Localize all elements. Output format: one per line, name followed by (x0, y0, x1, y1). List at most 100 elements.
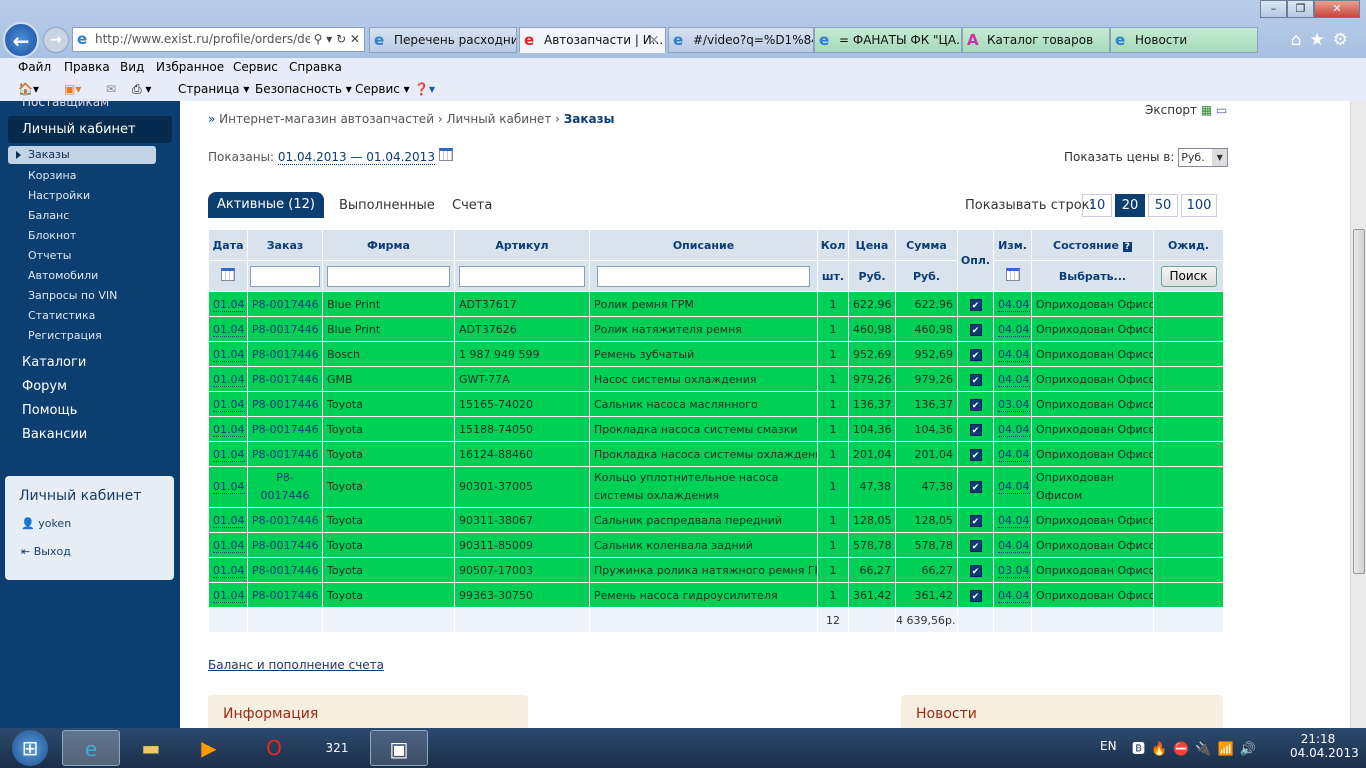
order-number-link[interactable]: P8-0017446 (252, 323, 319, 336)
order-date[interactable]: 01.04 (213, 480, 245, 494)
description-filter-input[interactable] (596, 265, 811, 287)
tools-menu[interactable]: Сервис ▾ (355, 82, 410, 96)
language-indicator[interactable]: EN (1100, 739, 1117, 753)
page-menu[interactable]: Страница ▾ (178, 82, 249, 96)
home-icon[interactable]: 🏠▾ (18, 82, 39, 96)
menu-favorites[interactable]: Избранное (156, 60, 224, 74)
help-icon[interactable]: ❓▾ (414, 82, 435, 96)
col-status[interactable]: Состояние ? (1031, 229, 1154, 261)
user-link[interactable]: 👤 yoken (21, 517, 71, 530)
sidebar-item-settings[interactable]: Настройки (28, 189, 90, 202)
page-size-10[interactable]: 10 (1082, 194, 1112, 217)
paid-checkbox[interactable]: ✔ (969, 564, 982, 577)
export-link[interactable]: Экспорт ▦ ▭ (1145, 103, 1227, 117)
order-date[interactable]: 01.04 (213, 563, 245, 578)
menu-tools[interactable]: Сервис (233, 60, 278, 74)
taskbar-ie[interactable]: e (62, 730, 120, 766)
col-changed[interactable]: Изм. (993, 229, 1032, 261)
menu-view[interactable]: Вид (120, 60, 144, 74)
order-number-link[interactable]: P8-0017446 (252, 448, 319, 461)
order-number-link[interactable]: P8-0017446 (252, 539, 319, 552)
breadcrumb-cabinet[interactable]: Личный кабинет (446, 112, 551, 126)
changed-date[interactable]: 04.04 (998, 588, 1030, 603)
changed-date[interactable]: 03.04 (998, 397, 1030, 412)
address-bar[interactable]: e http://www.exist.ru/profile/orders/de ⚲ … (72, 27, 365, 52)
paid-checkbox[interactable]: ✔ (969, 539, 982, 552)
sidebar-link-help[interactable]: Помощь (22, 403, 77, 418)
order-number-link[interactable]: P8-0017446 (252, 423, 319, 436)
col-article[interactable]: Артикул (454, 229, 590, 261)
order-number-link[interactable]: P8-0017446 (252, 589, 319, 602)
taskbar-media-classic[interactable]: 321 (308, 730, 366, 766)
calendar-icon[interactable] (438, 148, 453, 161)
sidebar-item-orders[interactable]: Заказы (8, 146, 156, 164)
sidebar-item-cart[interactable]: Корзина (28, 169, 76, 182)
date-filter-calendar-icon[interactable] (221, 268, 235, 281)
taskbar-media[interactable]: ▶ (180, 730, 238, 766)
col-sum[interactable]: Сумма (895, 229, 958, 261)
changed-date[interactable]: 03.04 (998, 563, 1030, 578)
col-paid[interactable]: Опл. (957, 229, 994, 292)
paid-checkbox[interactable]: ✔ (969, 298, 982, 311)
order-number-link[interactable]: P8-0017446 (252, 564, 319, 577)
forward-button[interactable]: → (43, 27, 69, 53)
browser-tab[interactable]: e Перечень расходни... (369, 27, 517, 53)
order-date[interactable]: 01.04 (213, 347, 245, 362)
order-number-link[interactable]: P8-0017446 (252, 298, 319, 311)
tab-completed[interactable]: Выполненные (339, 198, 435, 213)
changed-date[interactable]: 04.04 (998, 297, 1030, 312)
menu-help[interactable]: Справка (289, 60, 342, 74)
order-date[interactable]: 01.04 (213, 397, 245, 412)
search-button[interactable]: Поиск (1160, 265, 1217, 287)
clock[interactable]: 21:18 04.04.2013 (1290, 732, 1359, 760)
paid-checkbox[interactable]: ✔ (969, 398, 982, 411)
sidebar-link-forum[interactable]: Форум (22, 379, 67, 394)
firm-filter-input[interactable] (326, 265, 451, 287)
col-description[interactable]: Описание (589, 229, 818, 261)
taskbar-explorer[interactable]: ▬ (122, 730, 180, 766)
paid-checkbox[interactable]: ✔ (969, 481, 982, 493)
order-number-link[interactable]: P8-0017446 (261, 471, 310, 502)
start-button[interactable]: ⊞ (12, 730, 48, 766)
vertical-scrollbar[interactable] (1350, 101, 1366, 728)
order-date[interactable]: 01.04 (213, 588, 245, 603)
sidebar-link-vacancies[interactable]: Вакансии (22, 427, 87, 442)
order-number-link[interactable]: P8-0017446 (252, 348, 319, 361)
help-icon[interactable]: ? (1122, 241, 1132, 252)
page-size-100[interactable]: 100 (1181, 194, 1217, 217)
col-order[interactable]: Заказ (247, 229, 323, 261)
sidebar-link-catalogs[interactable]: Каталоги (22, 355, 86, 370)
browser-tab-active[interactable]: e Автозапчасти | И... ✕ (519, 27, 666, 53)
taskbar-photo[interactable]: ▣ (370, 730, 428, 766)
paid-checkbox[interactable]: ✔ (969, 448, 982, 461)
safety-menu[interactable]: Безопасность ▾ (255, 82, 352, 96)
currency-select[interactable]: Руб. ▼ (1178, 148, 1229, 167)
page-size-50[interactable]: 50 (1148, 194, 1178, 217)
changed-date[interactable]: 04.04 (998, 480, 1030, 494)
sidebar-item-reports[interactable]: Отчеты (28, 249, 71, 262)
order-date[interactable]: 01.04 (213, 422, 245, 437)
menu-file[interactable]: Файл (18, 60, 51, 74)
sidebar-item-stats[interactable]: Статистика (28, 309, 95, 322)
address-tools-icons[interactable]: ⚲ ▾ ↻ ✕ (309, 28, 360, 51)
col-wait[interactable]: Ожид. (1153, 229, 1224, 261)
changed-date[interactable]: 04.04 (998, 322, 1030, 337)
mail-icon[interactable]: ✉ (106, 82, 116, 96)
order-number-link[interactable]: P8-0017446 (252, 373, 319, 386)
taskbar-opera[interactable]: O (245, 730, 303, 766)
close-window-button[interactable]: ✕ (1314, 0, 1360, 18)
paid-checkbox[interactable]: ✔ (969, 373, 982, 386)
col-date[interactable]: Дата (208, 229, 248, 261)
paid-checkbox[interactable]: ✔ (969, 514, 982, 527)
browser-toolbar-icons[interactable]: ⌂★⚙ (1291, 30, 1356, 50)
close-tab-icon[interactable]: ✕ (649, 28, 659, 52)
order-date[interactable]: 01.04 (213, 372, 245, 387)
paid-checkbox[interactable]: ✔ (969, 348, 982, 361)
order-date[interactable]: 01.04 (213, 322, 245, 337)
back-button[interactable]: ← (3, 22, 39, 58)
browser-tab[interactable]: e = ФАНАТЫ ФК "ЦА... (814, 27, 962, 53)
changed-date[interactable]: 04.04 (998, 513, 1030, 528)
col-firm[interactable]: Фирма (322, 229, 455, 261)
order-number-link[interactable]: P8-0017446 (252, 398, 319, 411)
tab-active[interactable]: Активные (12) (208, 192, 324, 218)
